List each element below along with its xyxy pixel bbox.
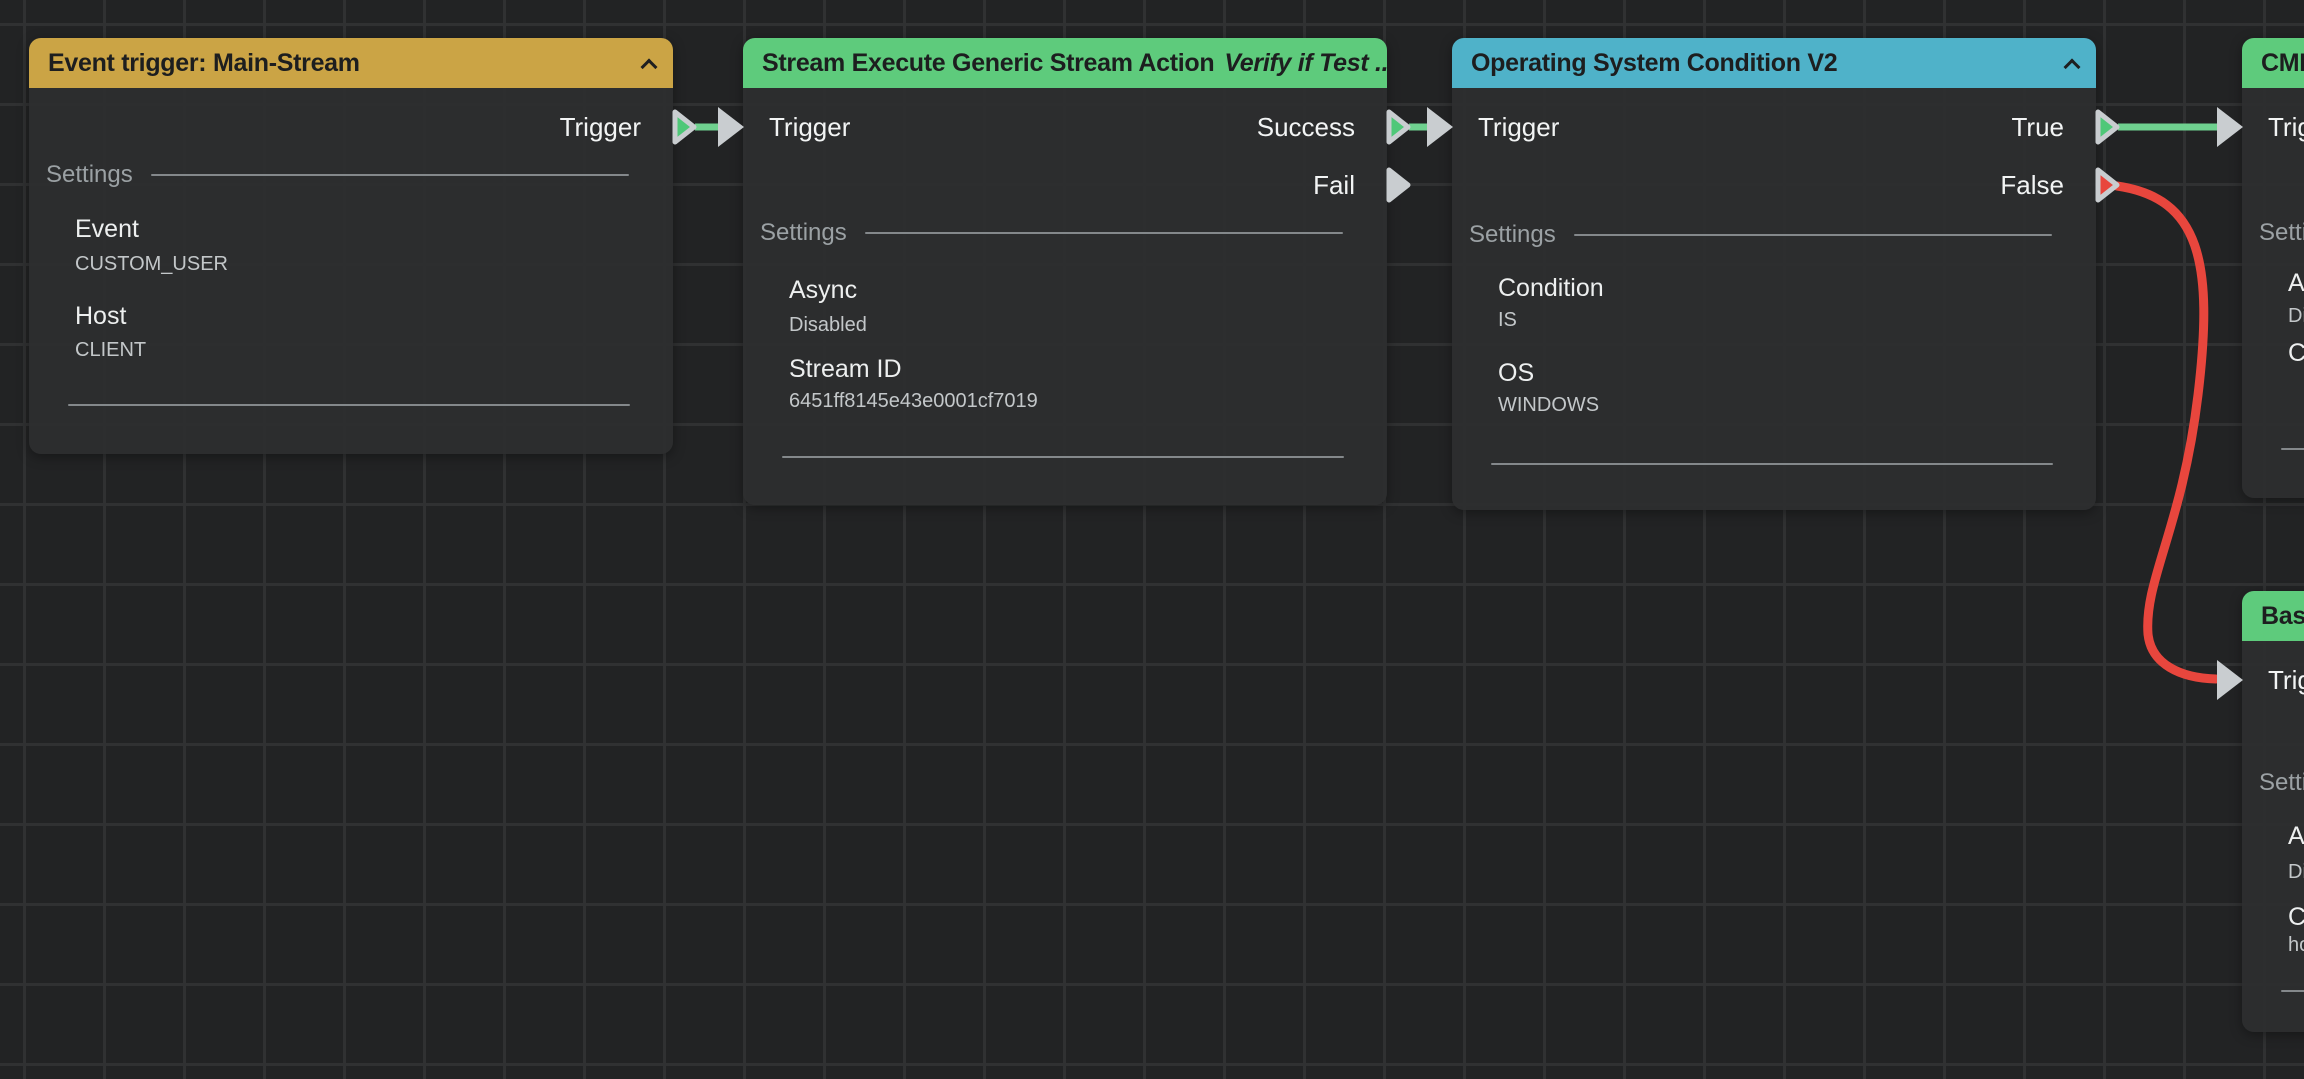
node-cmd[interactable]: CMD Trigger Settings Async Disabled C [2242,38,2304,498]
divider [1491,463,2053,465]
setting-value-os: WINDOWS [1498,392,1599,418]
output-port-icon[interactable] [2095,108,2121,146]
port-label: False [2000,170,2064,200]
port-true-output[interactable]: True [2012,110,2097,144]
setting-label-command: C [2288,338,2304,368]
divider [2281,448,2304,450]
divider [1574,234,2052,236]
divider [151,174,629,176]
port-label: Trigger [1478,112,1559,142]
input-port-icon[interactable] [1424,104,1456,150]
setting-value-condition: IS [1498,307,1517,333]
node-title: Event trigger: Main-Stream [48,49,360,78]
port-false-output[interactable]: False [2000,168,2096,202]
node-title: Stream Execute Generic Stream Action [762,49,1214,78]
setting-value-command: ho [2288,932,2304,958]
port-trigger-input[interactable]: Trigger [2242,110,2304,144]
collapse-chevron-icon[interactable] [2064,56,2080,70]
node-header[interactable]: Stream Execute Generic Stream Action Ver… [743,38,1387,88]
setting-label-os: OS [1498,358,1534,388]
node-header[interactable]: Event trigger: Main-Stream [29,38,673,88]
port-trigger-input[interactable]: Trigger [1452,110,1559,144]
setting-label-condition: Condition [1498,273,1604,303]
node-title: Operating System Condition V2 [1471,49,1837,78]
node-title: CMD [2261,49,2304,78]
output-port-icon[interactable] [1386,108,1412,146]
divider [68,404,630,406]
setting-value-host: CLIENT [75,337,146,363]
node-header[interactable]: Operating System Condition V2 [1452,38,2096,88]
node-title-italic: Verify if Test ... [1224,49,1387,78]
settings-section-header: Settings [2259,218,2304,248]
port-label: Trigger [560,112,641,142]
setting-label-host: Host [75,301,126,331]
setting-label-async: Async [2288,268,2304,298]
setting-value-stream-id: 6451ff8145e43e0001cf7019 [789,388,1038,414]
workflow-canvas[interactable]: Event trigger: Main-Stream Trigger Setti… [0,0,2304,1079]
settings-section-header: Settings [2259,768,2304,798]
output-port-icon[interactable] [2095,166,2121,204]
divider [865,232,1343,234]
setting-label-stream-id: Stream ID [789,354,902,384]
setting-label-command: C [2288,902,2304,932]
divider [782,456,1344,458]
node-event-trigger[interactable]: Event trigger: Main-Stream Trigger Setti… [29,38,673,454]
setting-value-async: Disabled [789,312,867,338]
input-port-icon[interactable] [2214,657,2246,703]
input-port-icon[interactable] [2214,104,2246,150]
settings-section-header: Settings [760,218,1343,248]
node-os-condition[interactable]: Operating System Condition V2 Trigger Tr… [1452,38,2096,510]
setting-value-async: Disabled [2288,303,2304,329]
node-stream-action[interactable]: Stream Execute Generic Stream Action Ver… [743,38,1387,505]
output-port-icon[interactable] [1386,166,1412,204]
port-label: Trigger [2268,665,2304,695]
wire-false-to-bash[interactable] [2117,186,2216,679]
output-port-icon[interactable] [672,108,698,146]
port-trigger-input[interactable]: Trigger [743,110,850,144]
port-label: Trigger [769,112,850,142]
node-bash[interactable]: Bash Trigger Settings Async Disabled C h… [2242,591,2304,1032]
setting-label-async: Async [2288,821,2304,851]
collapse-chevron-icon[interactable] [641,56,657,70]
port-label: Fail [1313,170,1355,200]
port-label: Success [1257,112,1355,142]
settings-section-header: Settings [1469,220,2052,250]
input-port-icon[interactable] [715,104,747,150]
port-trigger-output[interactable]: Trigger [560,110,673,144]
port-label: True [2012,112,2065,142]
node-title: Bash [2261,602,2304,631]
node-header[interactable]: Bash [2242,591,2304,641]
settings-section-header: Settings [46,160,629,190]
port-fail-output[interactable]: Fail [1313,168,1387,202]
node-header[interactable]: CMD [2242,38,2304,88]
setting-label-event: Event [75,214,139,244]
port-trigger-input[interactable]: Trigger [2242,663,2304,697]
port-success-output[interactable]: Success [1257,110,1387,144]
setting-label-async: Async [789,275,857,305]
setting-value-async: Disabled [2288,859,2304,885]
setting-value-event: CUSTOM_USER [75,251,228,277]
divider [2281,990,2304,992]
port-label: Trigger [2268,112,2304,142]
